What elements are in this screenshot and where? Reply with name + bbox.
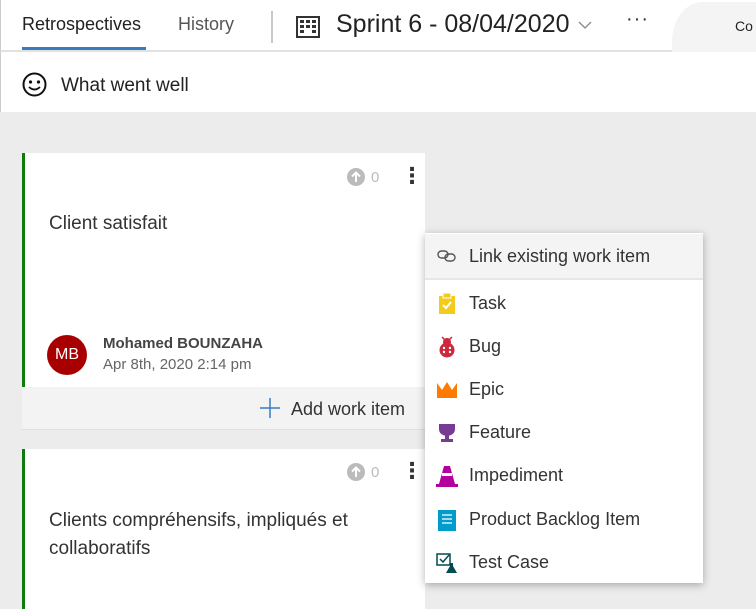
menu-item-task[interactable]: Task <box>425 282 703 325</box>
card-date: Apr 8th, 2020 2:14 pm <box>103 356 252 373</box>
add-work-item-menu: Link existing work item Task Bug Epic Fe… <box>425 233 703 583</box>
card-menu-button[interactable]: ⋮ <box>401 458 423 484</box>
link-icon <box>425 249 469 263</box>
active-tab-indicator <box>22 47 146 50</box>
more-options-button[interactable]: ··· <box>626 8 649 31</box>
smiley-icon <box>22 72 47 97</box>
vote-count: 0 <box>371 169 380 186</box>
card-menu-button[interactable]: ⋮ <box>401 163 423 189</box>
vote-count: 0 <box>371 464 380 481</box>
feedback-card: 0 ⋮ Client satisfait MB Mohamed BOUNZAHA… <box>22 153 425 387</box>
menu-item-label: Task <box>469 293 507 313</box>
add-work-item-button[interactable]: Add work item <box>22 387 425 430</box>
menu-item-test-case[interactable]: Test Case <box>425 541 703 584</box>
author-name: Mohamed BOUNZAHA <box>103 335 263 352</box>
divider <box>271 11 273 43</box>
column-title: What went well <box>61 75 189 96</box>
menu-item-label: Bug <box>469 336 502 356</box>
menu-item-impediment[interactable]: Impediment <box>425 454 703 497</box>
bug-icon <box>425 335 469 358</box>
backlog-item-icon <box>425 509 469 531</box>
tab-retrospectives[interactable]: Retrospectives <box>22 14 141 35</box>
plus-icon <box>260 398 280 418</box>
menu-item-epic[interactable]: Epic <box>425 368 703 411</box>
feedback-card: 0 ⋮ Clients compréhensifs, impliqués et … <box>22 449 425 609</box>
avatar: MB <box>47 335 87 375</box>
menu-item-label: Link existing work item <box>469 245 651 266</box>
menu-item-label: Impediment <box>469 465 564 485</box>
menu-item-label: Feature <box>469 422 532 442</box>
test-case-icon <box>425 552 469 574</box>
add-work-item-label: Add work item <box>291 399 406 419</box>
menu-item-bug[interactable]: Bug <box>425 325 703 368</box>
sprint-grid-icon <box>296 16 320 38</box>
impediment-icon <box>425 465 469 487</box>
chevron-down-icon[interactable] <box>578 20 592 30</box>
task-icon <box>425 292 469 315</box>
right-tab-label[interactable]: Co <box>735 18 753 34</box>
upvote-icon[interactable] <box>347 463 365 481</box>
menu-item-product-backlog-item[interactable]: Product Backlog Item <box>425 498 703 541</box>
upvote-icon[interactable] <box>347 168 365 186</box>
epic-icon <box>425 381 469 399</box>
menu-item-label: Epic <box>469 379 505 399</box>
card-text[interactable]: Client satisfait <box>49 210 167 238</box>
menu-item-label: Test Case <box>469 552 550 572</box>
menu-item-label: Product Backlog Item <box>469 509 641 529</box>
menu-item-feature[interactable]: Feature <box>425 411 703 454</box>
menu-item-link-existing[interactable]: Link existing work item <box>425 234 703 280</box>
feature-icon <box>425 423 469 443</box>
sprint-selector[interactable]: Sprint 6 - 08/04/2020 <box>336 10 570 39</box>
card-text[interactable]: Clients compréhensifs, impliqués et coll… <box>49 507 409 563</box>
tab-history[interactable]: History <box>178 14 234 35</box>
